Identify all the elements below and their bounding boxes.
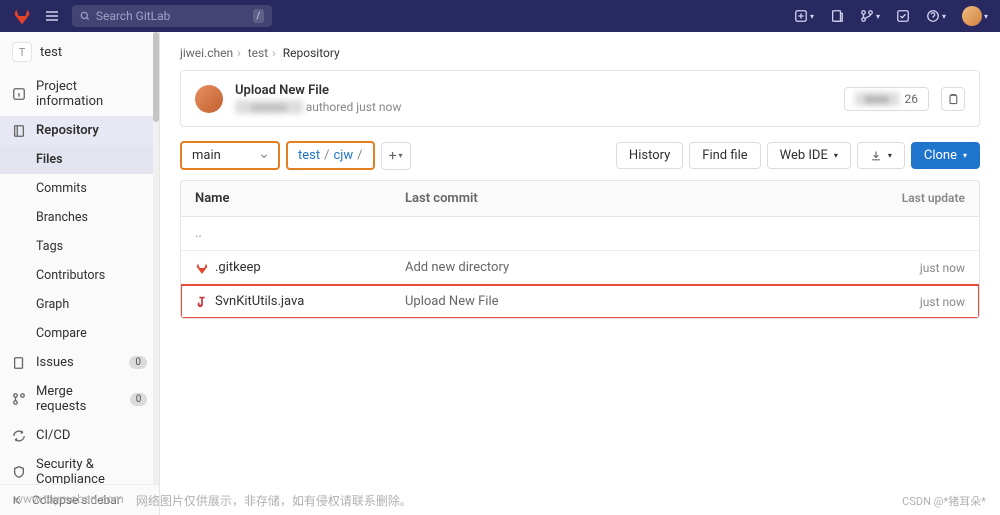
table-row-up[interactable]: .. [181,217,979,251]
sidebar-sub-files[interactable]: Files [0,145,159,174]
cicd-icon [12,429,26,443]
header-commit[interactable]: Last commit [405,191,845,206]
commit-avatar[interactable] [195,85,223,113]
table-row[interactable]: SvnKitUtils.java Upload New File just no… [181,285,979,318]
info-icon [12,87,26,101]
breadcrumb: jiwei.chen› test› Repository [180,32,980,70]
clipboard-icon [947,93,959,105]
sidebar: T test Project information Repository Fi… [0,32,160,515]
breadcrumb-link[interactable]: test [248,46,268,60]
sidebar-scrollbar[interactable] [153,32,159,515]
header-name[interactable]: Name [195,191,405,206]
project-avatar: T [12,42,32,62]
sidebar-item-label: Project information [36,79,147,109]
search-input[interactable] [96,9,247,23]
file-toolbar: main test/ cjw/ +▾ History Find file Web… [180,141,980,170]
merge-icon[interactable]: ▾ [860,9,880,23]
content: jiwei.chen› test› Repository Upload New … [160,32,1000,515]
sidebar-sub-tags[interactable]: Tags [0,232,159,261]
shield-icon [12,465,26,479]
table-row[interactable]: .gitkeep Add new directory just now [181,251,979,285]
project-header[interactable]: T test [0,32,159,72]
up-dir: .. [195,226,405,241]
sidebar-item-label: Files [36,152,63,167]
file-name: SvnKitUtils.java [215,294,304,309]
repo-icon [12,124,26,138]
file-commit[interactable]: Add new directory [405,260,845,275]
file-name: .gitkeep [215,260,261,275]
sidebar-sub-contributors[interactable]: Contributors [0,261,159,290]
sidebar-item-label: Security & Compliance [36,457,147,487]
user-menu[interactable]: ▾ [962,6,988,26]
sidebar-item-project-info[interactable]: Project information [0,72,159,116]
download-icon [870,150,882,162]
find-file-button[interactable]: Find file [689,142,760,169]
help-icon[interactable]: ▾ [926,9,946,23]
sidebar-sub-commits[interactable]: Commits [0,174,159,203]
sidebar-item-label: Contributors [36,268,105,283]
copy-sha-button[interactable] [941,87,965,111]
file-update: just now [845,295,965,309]
sidebar-item-label: Merge requests [36,384,120,414]
search-box[interactable]: / [72,5,272,27]
sidebar-item-label: CI/CD [36,428,70,443]
commit-title[interactable]: Upload New File [235,83,832,98]
merge-icon [12,392,26,406]
sidebar-item-label: Compare [36,326,87,341]
gitlab-file-icon [195,261,209,275]
topbar-right: ▾ ▾ ▾ ▾ [794,6,988,26]
download-button[interactable]: ▾ [857,142,905,169]
topbar: / ▾ ▾ ▾ ▾ [0,0,1000,32]
badge: 0 [130,393,147,406]
java-file-icon [195,295,209,309]
table-header: Name Last commit Last update [181,181,979,217]
sidebar-item-label: Graph [36,297,69,312]
issues-icon [12,356,26,370]
slash-hint: / [253,9,264,23]
project-name: test [40,45,62,60]
sidebar-item-issues[interactable]: Issues 0 [0,348,159,377]
commit-sha[interactable]: xxxx26 [844,87,929,111]
path-breadcrumb[interactable]: test/ cjw/ [286,141,375,170]
sidebar-item-label: Tags [36,239,63,254]
sidebar-sub-branches[interactable]: Branches [0,203,159,232]
hamburger-icon[interactable] [44,8,60,24]
breadcrumb-current: Repository [283,46,340,60]
sidebar-sub-compare[interactable]: Compare [0,319,159,348]
avatar-icon [962,6,982,26]
sidebar-item-label: Issues [36,355,74,370]
plus-icon[interactable]: ▾ [794,9,814,23]
file-commit[interactable]: Upload New File [405,294,845,309]
badge: 0 [129,356,147,369]
sidebar-item-mr[interactable]: Merge requests 0 [0,377,159,421]
sidebar-item-cicd[interactable]: CI/CD [0,421,159,450]
issues-icon[interactable] [830,9,844,23]
sidebar-item-repository[interactable]: Repository [0,116,159,145]
web-ide-button[interactable]: Web IDE▾ [767,142,851,169]
sidebar-item-label: Repository [36,123,99,138]
file-table: Name Last commit Last update .. .gitkeep… [180,180,980,319]
file-update: just now [845,261,965,275]
sidebar-item-label: Commits [36,181,87,196]
search-icon [80,10,90,22]
add-file-button[interactable]: +▾ [381,142,411,170]
breadcrumb-link[interactable]: jiwei.chen [180,46,233,60]
watermark-left: www.toymoban.com 网络图片仅供展示，非存储，如有侵权请联系删除。 [14,492,412,509]
gitlab-logo[interactable] [12,6,32,26]
clone-button[interactable]: Clone▾ [911,142,980,169]
sidebar-sub-graph[interactable]: Graph [0,290,159,319]
todo-icon[interactable] [896,9,910,23]
last-commit-box: Upload New File xxxxxx authored just now… [180,70,980,127]
watermark-right: CSDN @*猪耳朵* [902,493,986,509]
commit-meta: xxxxxx authored just now [235,100,832,114]
header-update[interactable]: Last update [845,191,965,206]
sidebar-item-label: Branches [36,210,88,225]
history-button[interactable]: History [616,142,683,169]
branch-selector[interactable]: main [180,141,280,170]
